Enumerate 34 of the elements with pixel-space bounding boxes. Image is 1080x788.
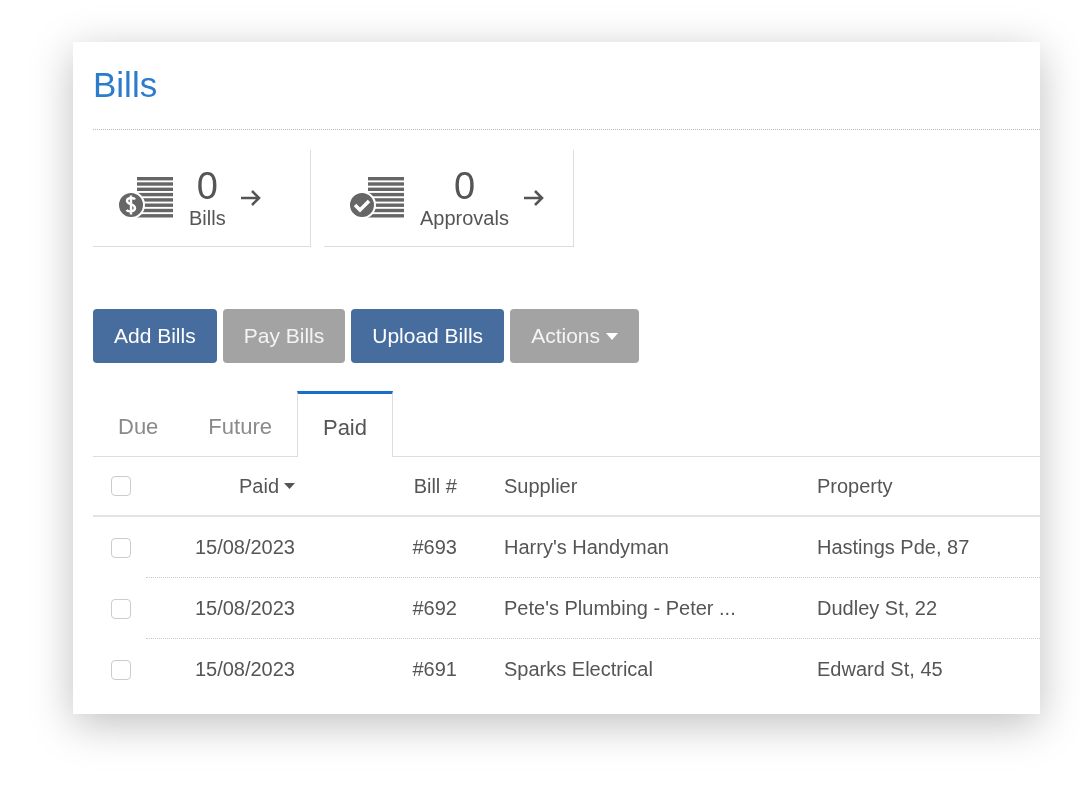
table-cell: Edward St, 45: [817, 658, 943, 681]
summary-count: 0: [196, 165, 218, 208]
check-coins-icon: [348, 175, 406, 221]
column-header[interactable]: Bill #: [413, 474, 457, 498]
row-checkbox[interactable]: [111, 537, 131, 558]
table-cell: Hastings Pde, 87: [817, 536, 970, 559]
tab[interactable]: Paid: [296, 391, 393, 457]
table-cell: Dudley St, 22: [817, 597, 938, 620]
summary-card[interactable]: 0 Approvals: [324, 150, 574, 247]
summary-label: Approvals: [420, 207, 509, 231]
row-checkbox[interactable]: [111, 659, 131, 680]
table-cell: #692: [412, 597, 457, 620]
arrow-right-icon: [239, 189, 262, 207]
dollar-coins-icon: [117, 175, 175, 221]
arrow-right-icon: [522, 189, 545, 207]
table-cell: Pete's Plumbing - Peter ...: [504, 597, 736, 620]
table-cell: 15/08/2023: [194, 597, 295, 620]
column-header[interactable]: Paid: [238, 474, 295, 498]
summary-label: Bills: [189, 207, 226, 231]
table-cell: 15/08/2023: [194, 536, 295, 559]
table-cell: 15/08/2023: [194, 658, 295, 681]
row-checkbox[interactable]: [111, 598, 131, 619]
table-cell: Harry's Handyman: [504, 536, 669, 559]
summary-count: 0: [453, 165, 476, 208]
page-title: Bills: [93, 64, 159, 106]
table-cell: Sparks Electrical: [504, 658, 653, 681]
column-header[interactable]: Property: [817, 474, 893, 498]
table-cell: #693: [412, 536, 457, 559]
select-all-checkbox[interactable]: [111, 476, 131, 496]
column-header[interactable]: Supplier: [504, 474, 578, 498]
table-cell: #691: [412, 658, 457, 681]
summary-card[interactable]: 0 Bills: [93, 150, 311, 247]
action-button[interactable]: Add Bills: [93, 309, 217, 363]
action-button[interactable]: Upload Bills: [351, 309, 505, 363]
